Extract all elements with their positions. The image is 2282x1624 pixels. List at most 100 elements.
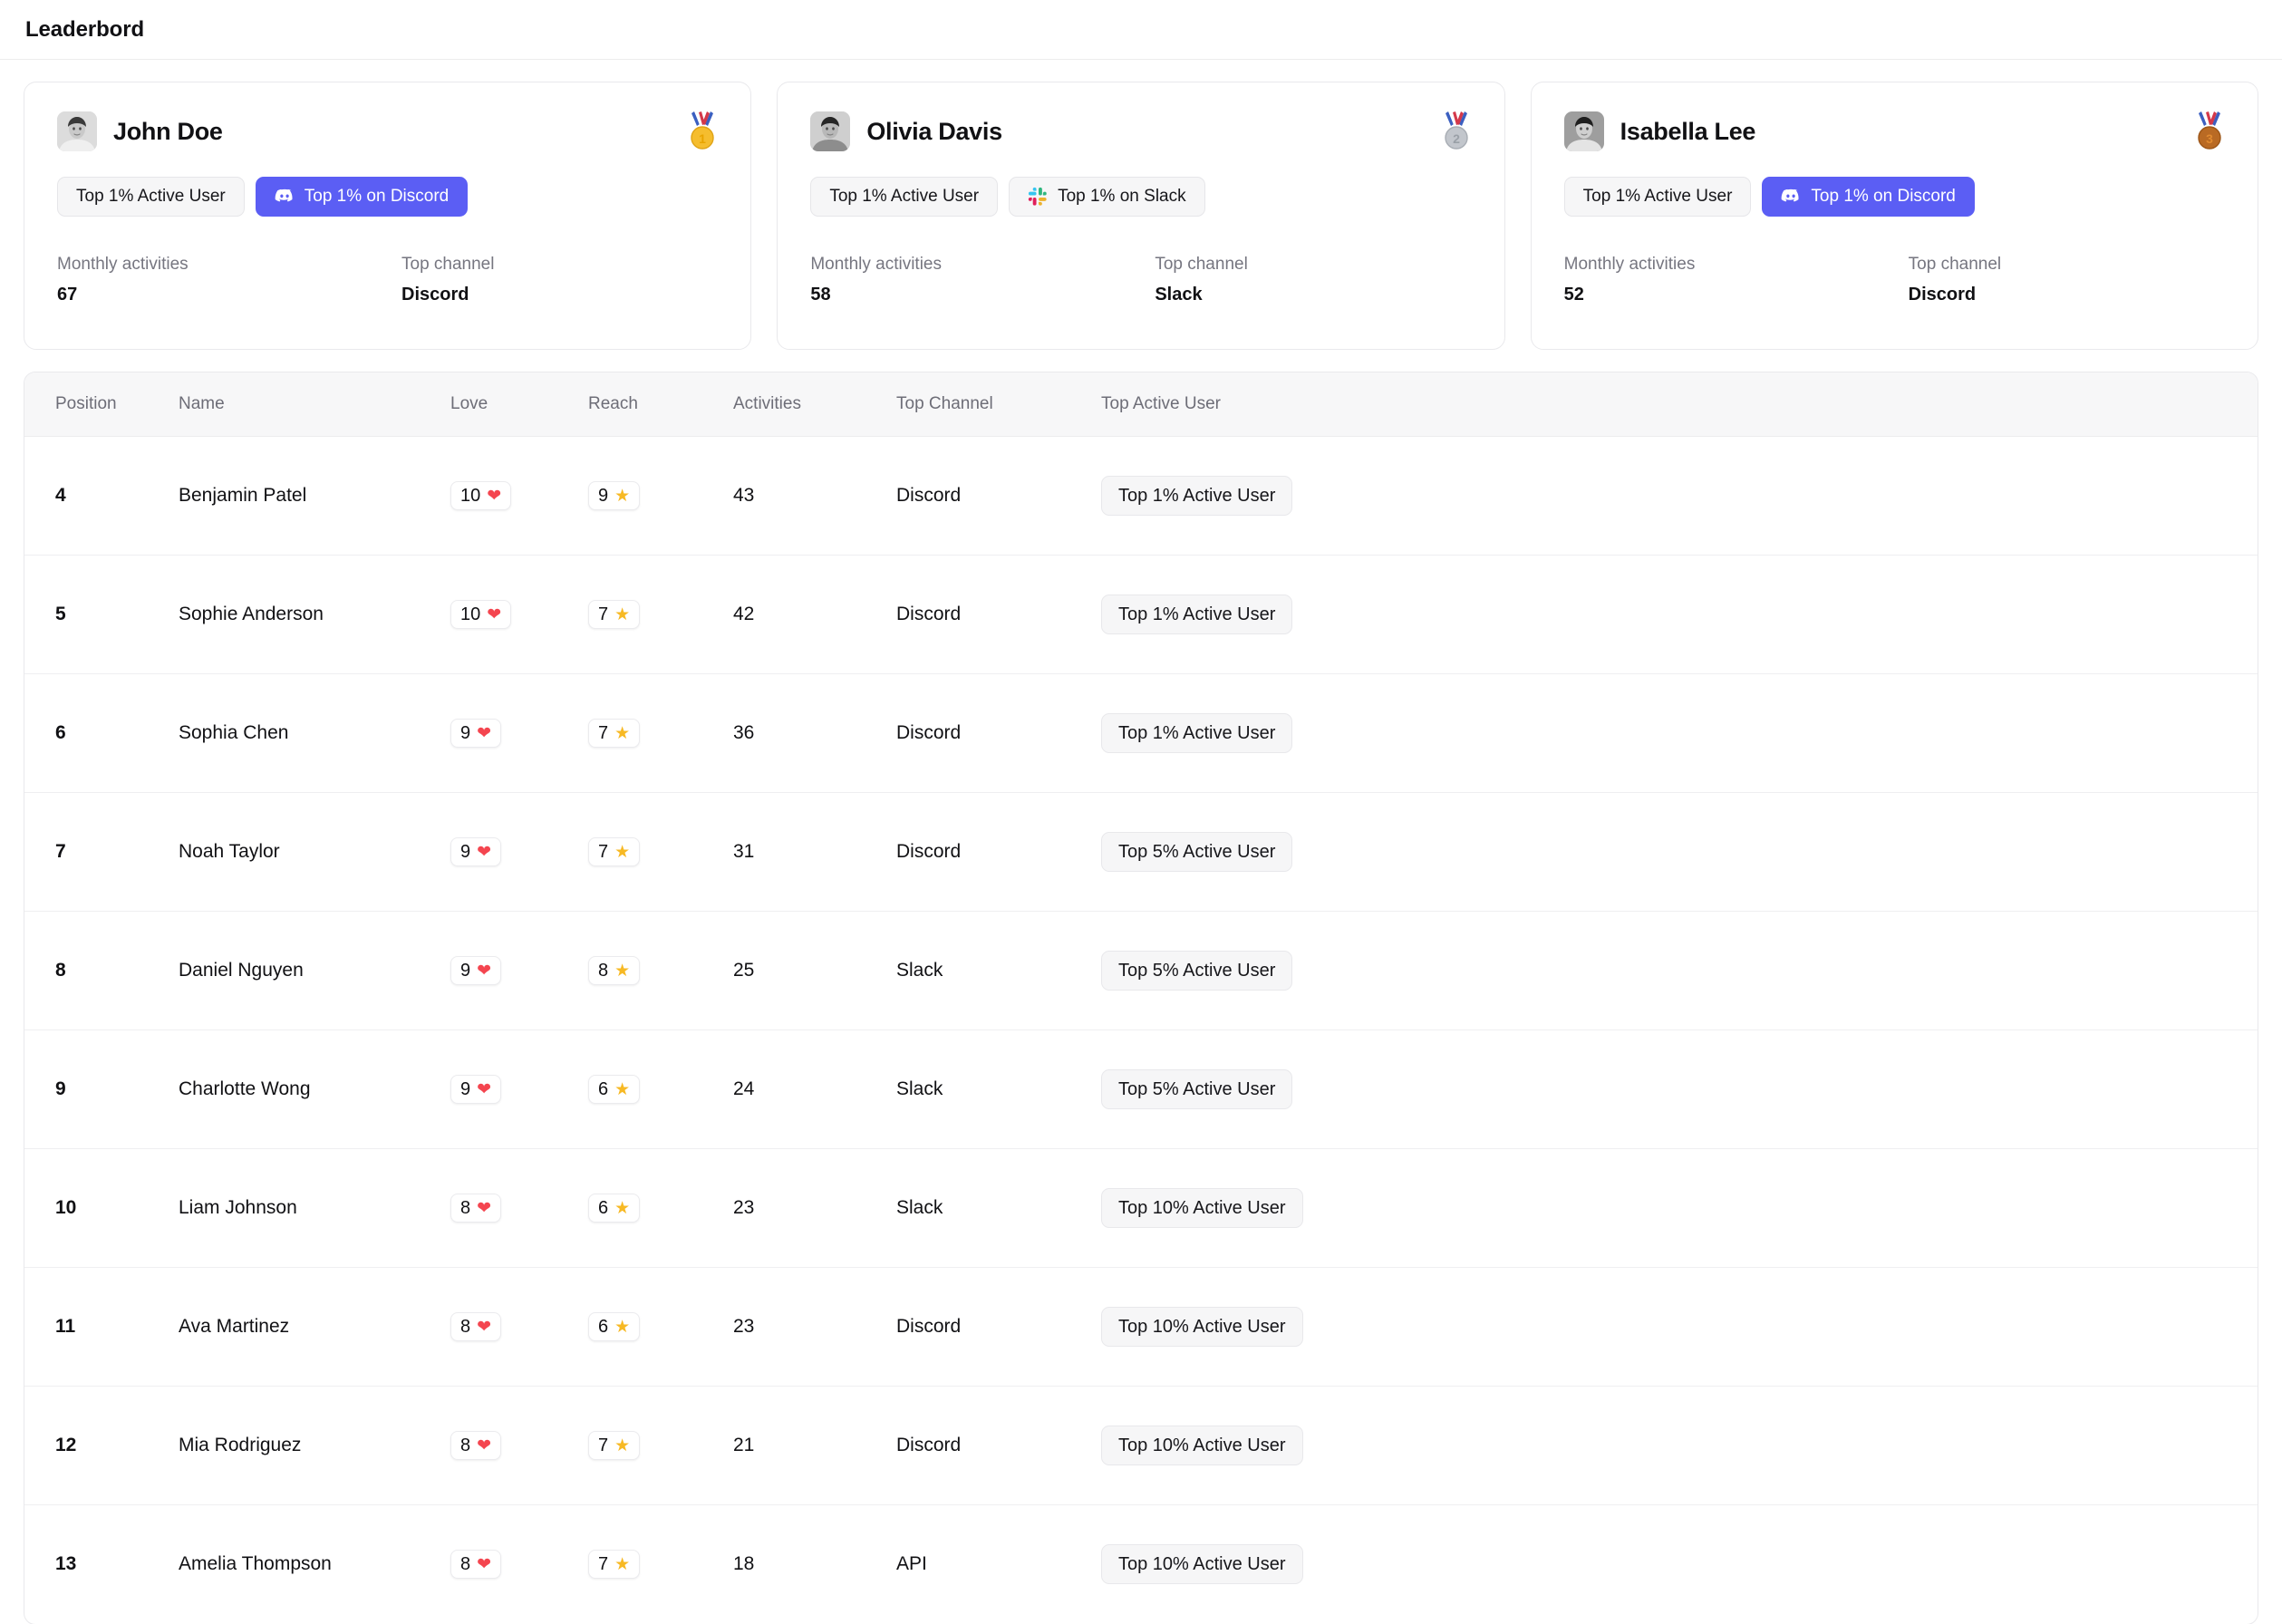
- top-active-user-badge[interactable]: Top 10% Active User: [1101, 1307, 1303, 1347]
- reach-pill: 8 ★: [588, 956, 641, 985]
- reach-value: 7: [598, 604, 609, 624]
- star-icon: ★: [614, 842, 631, 862]
- badge-neutral[interactable]: Top 1% Active User: [1563, 177, 1752, 217]
- stat-monthly-activities: Monthly activities 52: [1564, 255, 1909, 305]
- cell-love: 8 ❤: [450, 1148, 588, 1268]
- column-header-name[interactable]: Name: [179, 372, 450, 437]
- gold-medal-glyph: 1: [691, 111, 715, 150]
- top-active-user-badge[interactable]: Top 5% Active User: [1101, 1069, 1293, 1109]
- avatar-glyph: [57, 111, 97, 151]
- cell-top-active-user: Top 5% Active User: [1101, 792, 2258, 912]
- cell-name: Ava Martinez: [179, 1267, 450, 1387]
- podium-card-stats: Monthly activities 52 Top channel Discord: [1564, 255, 2225, 305]
- podium-card-1: John Doe 1 Top 1% Active User Top 1% on Dis…: [24, 82, 752, 350]
- cell-top-channel: Discord: [896, 1386, 1101, 1505]
- podium-card-name: Isabella Lee: [1620, 117, 1756, 145]
- badge-neutral[interactable]: Top 1% Active User: [57, 177, 245, 217]
- stat-value-top-channel: Discord: [1908, 285, 1977, 304]
- love-pill: 8 ❤: [450, 1550, 502, 1580]
- top-active-user-badge[interactable]: Top 1% Active User: [1101, 594, 1293, 634]
- column-header-reach[interactable]: Reach: [588, 372, 733, 437]
- top-active-user-badge[interactable]: Top 10% Active User: [1101, 1544, 1303, 1585]
- heart-icon: ❤: [477, 1317, 492, 1337]
- table-row[interactable]: 11 Ava Martinez 8 ❤ 6 ★ 23 Discord Top 10% Activ…: [24, 1267, 2258, 1387]
- cell-reach: 7 ★: [588, 1386, 733, 1505]
- podium-card-name: Olivia Davis: [866, 117, 1002, 145]
- cell-love: 10 ❤: [450, 555, 588, 674]
- cell-activities: 25: [733, 911, 896, 1030]
- cell-top-active-user: Top 10% Active User: [1101, 1386, 2258, 1505]
- stat-label-top-channel: Top channel: [1908, 255, 2002, 274]
- table-row[interactable]: 5 Sophie Anderson 10 ❤ 7 ★ 42 Discord Top 1% Act…: [24, 555, 2258, 674]
- stat-value-monthly-activities: 58: [810, 285, 831, 304]
- stat-monthly-activities: Monthly activities 58: [810, 255, 1155, 305]
- badge-slack[interactable]: Top 1% on Slack: [1009, 177, 1205, 217]
- cell-name: Benjamin Patel: [179, 436, 450, 556]
- reach-pill: 7 ★: [588, 600, 641, 629]
- podium-card-badges: Top 1% Active User Top 1% on Discord: [1563, 177, 2225, 217]
- cell-reach: 6 ★: [588, 1267, 733, 1387]
- cell-name: Noah Taylor: [179, 792, 450, 912]
- podium-card-head: John Doe: [57, 111, 718, 151]
- badge-discord[interactable]: Top 1% on Discord: [255, 177, 469, 217]
- cell-activities: 31: [733, 792, 896, 912]
- top-active-user-badge[interactable]: Top 1% Active User: [1101, 713, 1293, 753]
- reach-pill: 7 ★: [588, 719, 641, 748]
- cell-name: Sophia Chen: [179, 673, 450, 793]
- love-value: 8: [460, 1317, 471, 1337]
- column-header-activities[interactable]: Activities: [733, 372, 896, 437]
- love-pill: 10 ❤: [450, 600, 512, 629]
- top-active-user-badge[interactable]: Top 5% Active User: [1101, 951, 1293, 991]
- top-active-user-badge[interactable]: Top 10% Active User: [1101, 1188, 1303, 1228]
- reach-value: 6: [598, 1198, 609, 1218]
- cell-position: 7: [24, 792, 179, 912]
- star-icon: ★: [614, 604, 631, 624]
- column-header-position[interactable]: Position: [24, 372, 179, 437]
- badge-discord[interactable]: Top 1% on Discord: [1762, 177, 1975, 217]
- cell-name: Sophie Anderson: [179, 555, 450, 674]
- cell-position: 4: [24, 436, 179, 556]
- bronze-medal-icon: 3: [2190, 110, 2229, 151]
- avatar: [57, 111, 97, 151]
- cell-reach: 7 ★: [588, 673, 733, 793]
- heart-icon: ❤: [477, 723, 492, 743]
- cell-activities: 42: [733, 555, 896, 674]
- cell-position: 9: [24, 1030, 179, 1149]
- table-row[interactable]: 6 Sophia Chen 9 ❤ 7 ★ 36 Discord Top 1% Active U…: [24, 673, 2258, 793]
- column-header-love[interactable]: Love: [450, 372, 588, 437]
- cell-name: Charlotte Wong: [179, 1030, 450, 1149]
- badge-label: Top 1% on Discord: [1811, 187, 1956, 206]
- podium-card-2: Olivia Davis 2 Top 1% Active User Top 1% on…: [777, 82, 1505, 350]
- table-row[interactable]: 8 Daniel Nguyen 9 ❤ 8 ★ 25 Slack Top 5% Active U…: [24, 911, 2258, 1030]
- table-row[interactable]: 4 Benjamin Patel 10 ❤ 9 ★ 43 Discord Top 1% Acti…: [24, 436, 2258, 556]
- top-active-user-badge[interactable]: Top 1% Active User: [1101, 476, 1293, 516]
- cell-reach: 7 ★: [588, 1505, 733, 1624]
- top-active-user-badge[interactable]: Top 5% Active User: [1101, 832, 1293, 872]
- table-row[interactable]: 7 Noah Taylor 9 ❤ 7 ★ 31 Discord Top 5% Active U…: [24, 792, 2258, 912]
- top-active-user-badge[interactable]: Top 10% Active User: [1101, 1426, 1303, 1465]
- cell-love: 9 ❤: [450, 911, 588, 1030]
- table-row[interactable]: 13 Amelia Thompson 8 ❤ 7 ★ 18 API Top 10% Active…: [24, 1505, 2258, 1624]
- stat-label-monthly-activities: Monthly activities: [1563, 255, 1696, 274]
- reach-pill: 7 ★: [588, 837, 641, 866]
- heart-icon: ❤: [487, 486, 502, 506]
- discord-glyph: [1782, 188, 1799, 202]
- cell-top-channel: Discord: [896, 555, 1101, 674]
- table-row[interactable]: 9 Charlotte Wong 9 ❤ 6 ★ 24 Slack Top 5% Active …: [24, 1030, 2258, 1149]
- podium-card-head: Isabella Lee: [1563, 111, 2225, 151]
- table-row[interactable]: 12 Mia Rodriguez 8 ❤ 7 ★ 21 Discord Top 10% Acti…: [24, 1386, 2258, 1505]
- column-header-top-active-user[interactable]: Top Active User: [1101, 372, 2258, 437]
- cell-top-active-user: Top 1% Active User: [1101, 673, 2258, 793]
- cell-love: 9 ❤: [450, 1030, 588, 1149]
- table-row[interactable]: 10 Liam Johnson 8 ❤ 6 ★ 23 Slack Top 10% Active …: [24, 1148, 2258, 1268]
- cell-top-active-user: Top 10% Active User: [1101, 1267, 2258, 1387]
- cell-activities: 43: [733, 436, 896, 556]
- love-value: 9: [460, 961, 471, 981]
- cell-love: 10 ❤: [450, 436, 588, 556]
- cell-reach: 7 ★: [588, 555, 733, 674]
- cell-position: 11: [24, 1267, 179, 1387]
- badge-label: Top 1% Active User: [76, 187, 226, 206]
- cell-top-channel: Discord: [896, 673, 1101, 793]
- column-header-top-channel[interactable]: Top Channel: [896, 372, 1101, 437]
- badge-neutral[interactable]: Top 1% Active User: [810, 177, 999, 217]
